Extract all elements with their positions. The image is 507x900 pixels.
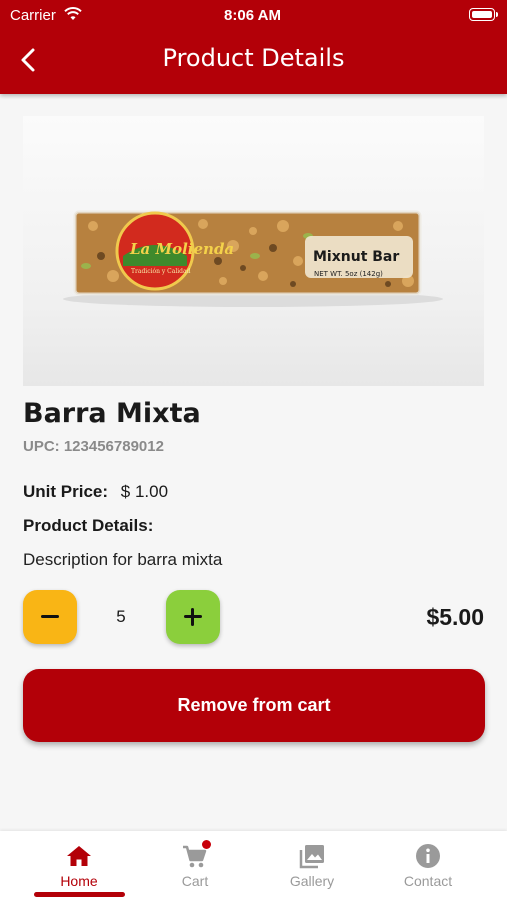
product-details-label: Product Details: (23, 516, 154, 535)
increase-quantity-button[interactable] (166, 590, 220, 644)
upc-value: 123456789012 (63, 438, 164, 455)
tab-contact-label: Contact (403, 873, 453, 889)
decrease-quantity-button[interactable] (23, 590, 77, 644)
svg-text:NET WT. 5oz (142g): NET WT. 5oz (142g) (314, 270, 383, 278)
upc-label: UPC: (23, 438, 60, 455)
line-total: $5.00 (426, 604, 484, 630)
tab-home[interactable]: Home (24, 831, 134, 900)
tab-contact[interactable]: Contact (373, 831, 483, 900)
bottom-tab-bar: Home Cart Gallery Contact (0, 831, 507, 900)
svg-text:Tradición y Calidad: Tradición y Calidad (131, 268, 191, 275)
info-icon (416, 844, 440, 868)
product-description: Description for barra mixta (23, 550, 223, 569)
page-title: Product Details (162, 44, 345, 72)
product-image: Mixnut Bar NET WT. 5oz (142g) La Moliend… (23, 116, 484, 386)
chevron-left-icon (21, 48, 35, 72)
svg-text:La Molienda: La Molienda (129, 240, 234, 258)
unit-price-label: Unit Price: (23, 482, 109, 501)
status-bar: Carrier 8:06 AM (10, 5, 498, 25)
product-name: Barra Mixta (23, 398, 201, 429)
battery-icon (469, 8, 498, 21)
tab-cart-label: Cart (181, 873, 209, 889)
tab-cart[interactable]: Cart (140, 831, 250, 900)
remove-from-cart-button[interactable]: Remove from cart (23, 669, 485, 742)
unit-price-value: $ 1.00 (120, 482, 169, 501)
app-header: Carrier 8:06 AM Product Details (0, 0, 507, 94)
clock: 8:06 AM (224, 7, 281, 24)
upc-row: UPC: 123456789012 (23, 438, 164, 455)
quantity-value: 5 (116, 607, 126, 626)
gallery-icon (299, 845, 324, 869)
tab-home-label: Home (60, 873, 98, 889)
unit-price-row: Unit Price: $ 1.00 (23, 482, 168, 502)
svg-text:Mixnut Bar: Mixnut Bar (313, 249, 399, 265)
tab-gallery-label: Gallery (289, 873, 335, 889)
active-tab-indicator (34, 892, 125, 897)
tab-gallery[interactable]: Gallery (257, 831, 367, 900)
cart-badge (202, 840, 211, 849)
back-button[interactable] (14, 45, 44, 75)
home-icon (67, 846, 91, 866)
